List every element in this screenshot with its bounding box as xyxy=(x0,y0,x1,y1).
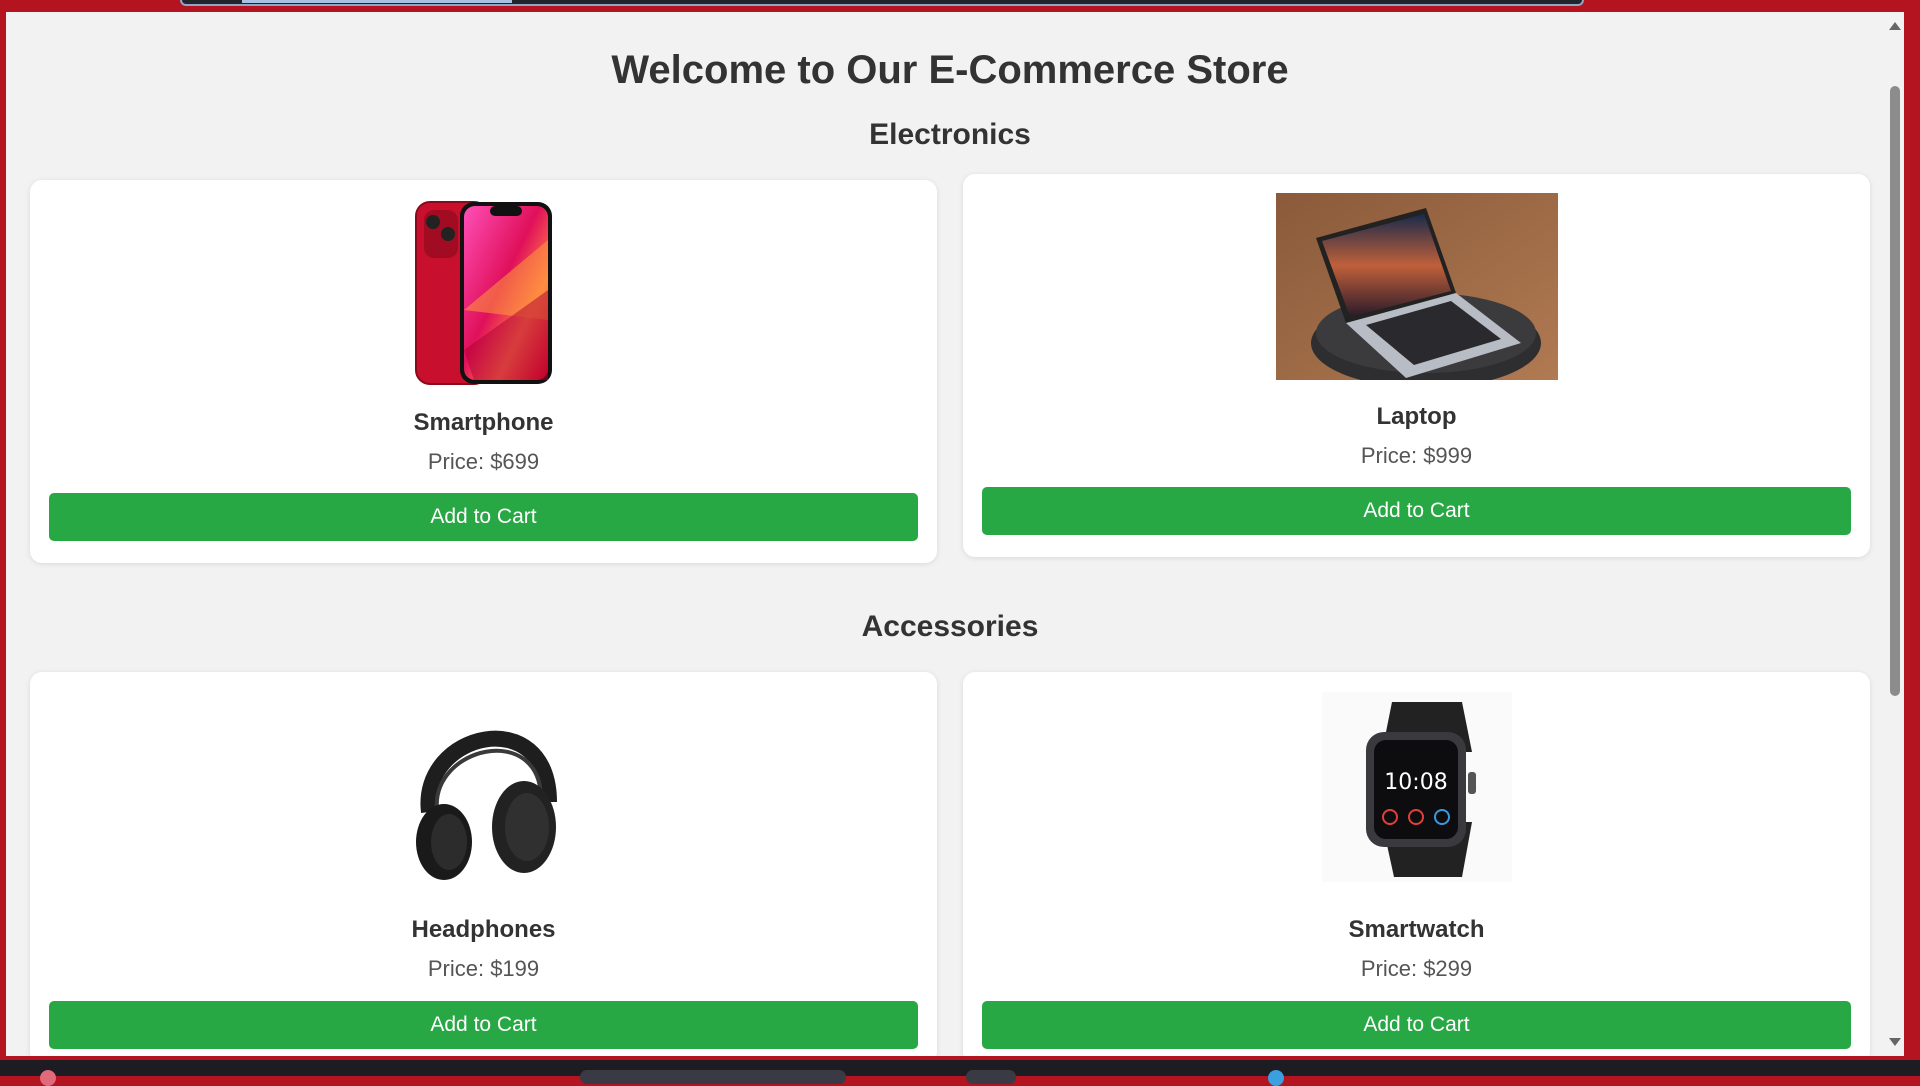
product-card-headphones: Headphones Price: $199 Add to Cart xyxy=(30,672,937,1056)
headphones-image xyxy=(30,692,937,882)
headphones-icon xyxy=(415,730,557,880)
add-to-cart-button[interactable]: Add to Cart xyxy=(49,493,918,541)
page-title: Welcome to Our E-Commerce Store xyxy=(611,48,1289,92)
product-name: Laptop xyxy=(1376,403,1457,430)
product-price: Price: $999 xyxy=(1360,443,1473,468)
scrollbar-thumb[interactable] xyxy=(1890,86,1900,696)
product-name: Smartwatch xyxy=(1348,916,1485,943)
add-to-cart-button[interactable]: Add to Cart xyxy=(982,487,1851,535)
product-price: Price: $299 xyxy=(1360,956,1473,981)
product-name: Headphones xyxy=(411,916,556,943)
taskbar-app-icon[interactable] xyxy=(966,1070,1016,1084)
laptop-image xyxy=(963,193,1870,380)
product-card-smartwatch: 10:08 Smartwatch Price: $299 Add to Cart xyxy=(963,672,1870,1056)
product-name: Smartphone xyxy=(413,409,554,436)
browser-tab-strip xyxy=(180,0,1584,6)
product-price: Price: $199 xyxy=(427,956,540,981)
smartwatch-image: 10:08 xyxy=(963,692,1870,882)
laptop-icon xyxy=(1275,193,1558,380)
taskbar-app-icon[interactable] xyxy=(1268,1070,1284,1086)
section-title-accessories: Accessories xyxy=(861,610,1039,643)
smartphone-icon xyxy=(414,201,552,385)
page-content: Welcome to Our E-Commerce Store Electron… xyxy=(6,12,1884,1056)
active-tab-indicator[interactable] xyxy=(242,0,512,3)
smartwatch-icon: 10:08 xyxy=(1321,692,1512,882)
add-to-cart-button[interactable]: Add to Cart xyxy=(982,1001,1851,1049)
vertical-scrollbar[interactable] xyxy=(1884,12,1904,1056)
product-card-smartphone: Smartphone Price: $699 Add to Cart xyxy=(30,180,937,563)
product-price: Price: $699 xyxy=(427,449,540,474)
page-viewport: Welcome to Our E-Commerce Store Electron… xyxy=(6,12,1904,1056)
add-to-cart-button[interactable]: Add to Cart xyxy=(49,1001,918,1049)
scroll-down-icon[interactable] xyxy=(1889,1038,1901,1046)
taskbar xyxy=(0,1060,1920,1086)
product-card-laptop: Laptop Price: $999 Add to Cart xyxy=(963,174,1870,557)
section-title-electronics: Electronics xyxy=(869,118,1031,151)
smartphone-image xyxy=(30,200,937,386)
watch-time-display: 10:08 xyxy=(1384,770,1447,795)
taskbar-search[interactable] xyxy=(580,1070,846,1084)
taskbar-app-icon[interactable] xyxy=(40,1070,56,1086)
scroll-up-icon[interactable] xyxy=(1889,22,1901,30)
